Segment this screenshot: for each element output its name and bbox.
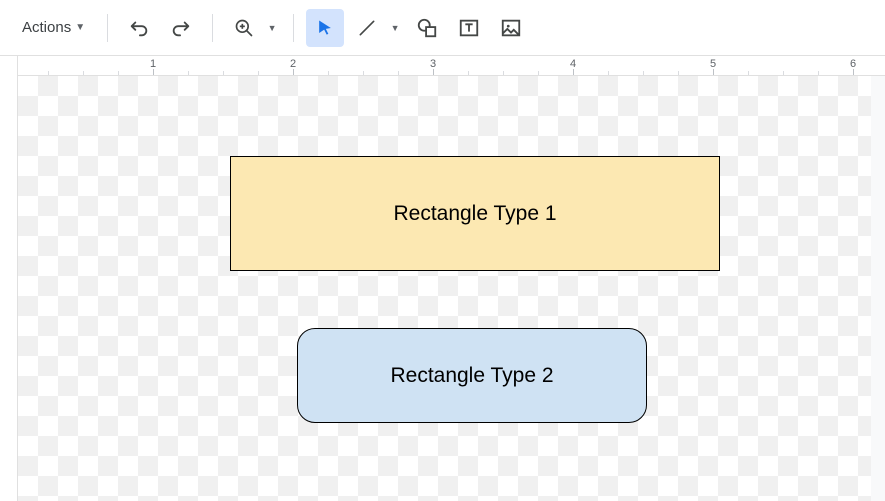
ruler-tick [223, 71, 224, 75]
chevron-down-icon: ▼ [268, 23, 277, 33]
undo-button[interactable] [120, 9, 158, 47]
shape-icon [416, 17, 438, 39]
ruler-tick [713, 69, 714, 75]
actions-menu-button[interactable]: Actions ▼ [12, 13, 95, 42]
toolbar: Actions ▼ ▼ ▼ [0, 0, 885, 56]
horizontal-ruler: 1 2 3 4 5 6 [18, 56, 885, 76]
ruler-tick [783, 71, 784, 75]
ruler-tick [853, 69, 854, 75]
ruler-tick [48, 71, 49, 75]
ruler-tick [748, 71, 749, 75]
textbox-icon [458, 17, 480, 39]
chevron-down-icon: ▼ [391, 23, 400, 33]
ruler-tick [188, 71, 189, 75]
shape-label: Rectangle Type 1 [393, 202, 556, 226]
ruler-tick [503, 71, 504, 75]
shape-tool-button[interactable] [408, 9, 446, 47]
rectangle-shape-1[interactable]: Rectangle Type 1 [230, 156, 720, 271]
ruler-tick [83, 71, 84, 75]
ruler-tick [678, 71, 679, 75]
rectangle-shape-2[interactable]: Rectangle Type 2 [297, 328, 647, 423]
redo-icon [170, 17, 192, 39]
ruler-tick [608, 71, 609, 75]
shape-label: Rectangle Type 2 [390, 364, 553, 388]
line-tool-button[interactable] [348, 9, 386, 47]
ruler-tick [293, 69, 294, 75]
drawing-canvas[interactable]: Rectangle Type 1 Rectangle Type 2 [18, 76, 885, 501]
zoom-button[interactable] [225, 9, 263, 47]
toolbar-divider [293, 14, 294, 42]
line-group: ▼ [348, 9, 404, 47]
line-icon [357, 18, 377, 38]
cursor-icon [315, 18, 335, 38]
textbox-tool-button[interactable] [450, 9, 488, 47]
ruler-tick [363, 71, 364, 75]
toolbar-divider [107, 14, 108, 42]
redo-button[interactable] [162, 9, 200, 47]
ruler-tick [573, 69, 574, 75]
actions-label: Actions [22, 19, 71, 36]
ruler-tick [818, 71, 819, 75]
ruler-tick [433, 69, 434, 75]
chevron-down-icon: ▼ [75, 22, 85, 33]
zoom-icon [234, 18, 254, 38]
vertical-scrollbar[interactable] [871, 76, 885, 501]
image-tool-button[interactable] [492, 9, 530, 47]
ruler-tick [153, 69, 154, 75]
ruler-tick [328, 71, 329, 75]
select-tool-button[interactable] [306, 9, 344, 47]
ruler-tick [398, 71, 399, 75]
ruler-tick [118, 71, 119, 75]
main-area: 1 2 3 4 5 6 [18, 56, 885, 501]
zoom-group: ▼ [225, 9, 281, 47]
vertical-ruler [0, 56, 18, 501]
ruler-tick [258, 71, 259, 75]
ruler-tick [643, 71, 644, 75]
image-icon [500, 17, 522, 39]
ruler-tick [538, 71, 539, 75]
toolbar-divider [212, 14, 213, 42]
workspace: 1 2 3 4 5 6 [0, 56, 885, 501]
undo-icon [128, 17, 150, 39]
zoom-dropdown-button[interactable]: ▼ [263, 9, 281, 47]
line-dropdown-button[interactable]: ▼ [386, 9, 404, 47]
ruler-tick [468, 71, 469, 75]
